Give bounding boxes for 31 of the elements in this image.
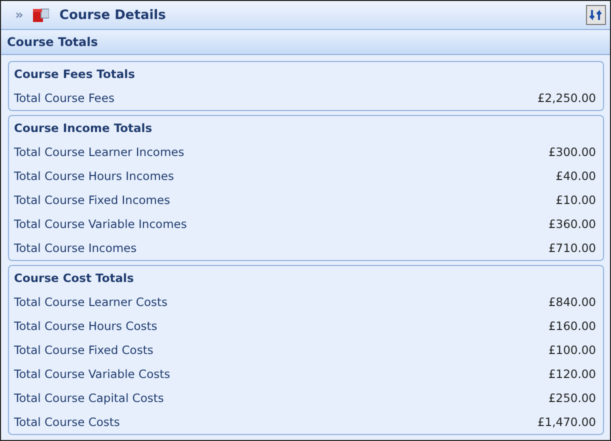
row-label: Total Course Learner Incomes — [14, 145, 184, 159]
group-title: Course Fees Totals — [14, 67, 135, 81]
expand-glyph[interactable]: » — [15, 8, 24, 22]
group-title: Course Cost Totals — [14, 271, 134, 285]
window-title: Course Details — [59, 8, 167, 22]
row-label: Total Course Fixed Costs — [14, 343, 154, 357]
row-value: £360.00 — [548, 217, 596, 231]
row-label: Total Course Variable Costs — [14, 367, 170, 381]
row-value: £10.00 — [556, 193, 596, 207]
row-value: £1,470.00 — [537, 415, 596, 429]
arrows-icon — [589, 8, 603, 22]
row-label: Total Course Costs — [14, 415, 120, 429]
row-value: £40.00 — [556, 169, 596, 183]
row-label: Total Course Hours Incomes — [14, 169, 174, 183]
row-value: £2,250.00 — [537, 91, 596, 105]
refresh-button[interactable] — [586, 5, 606, 25]
row-value: £840.00 — [548, 295, 596, 309]
row-value: £710.00 — [548, 241, 596, 255]
row-label: Total Course Fixed Incomes — [14, 193, 170, 207]
row-label: Total Course Hours Costs — [14, 319, 158, 333]
row-value: £160.00 — [548, 319, 596, 333]
row-value: £100.00 — [548, 343, 596, 357]
row-label: Total Course Incomes — [14, 241, 137, 255]
row-label: Total Course Variable Incomes — [14, 217, 187, 231]
row-value: £120.00 — [548, 367, 596, 381]
row-value: £250.00 — [548, 391, 596, 405]
row-label: Total Course Capital Costs — [14, 391, 164, 405]
row-label: Total Course Fees — [14, 91, 114, 105]
row-value: £300.00 — [548, 145, 596, 159]
group-title: Course Income Totals — [14, 121, 152, 135]
row-label: Total Course Learner Costs — [14, 295, 168, 309]
